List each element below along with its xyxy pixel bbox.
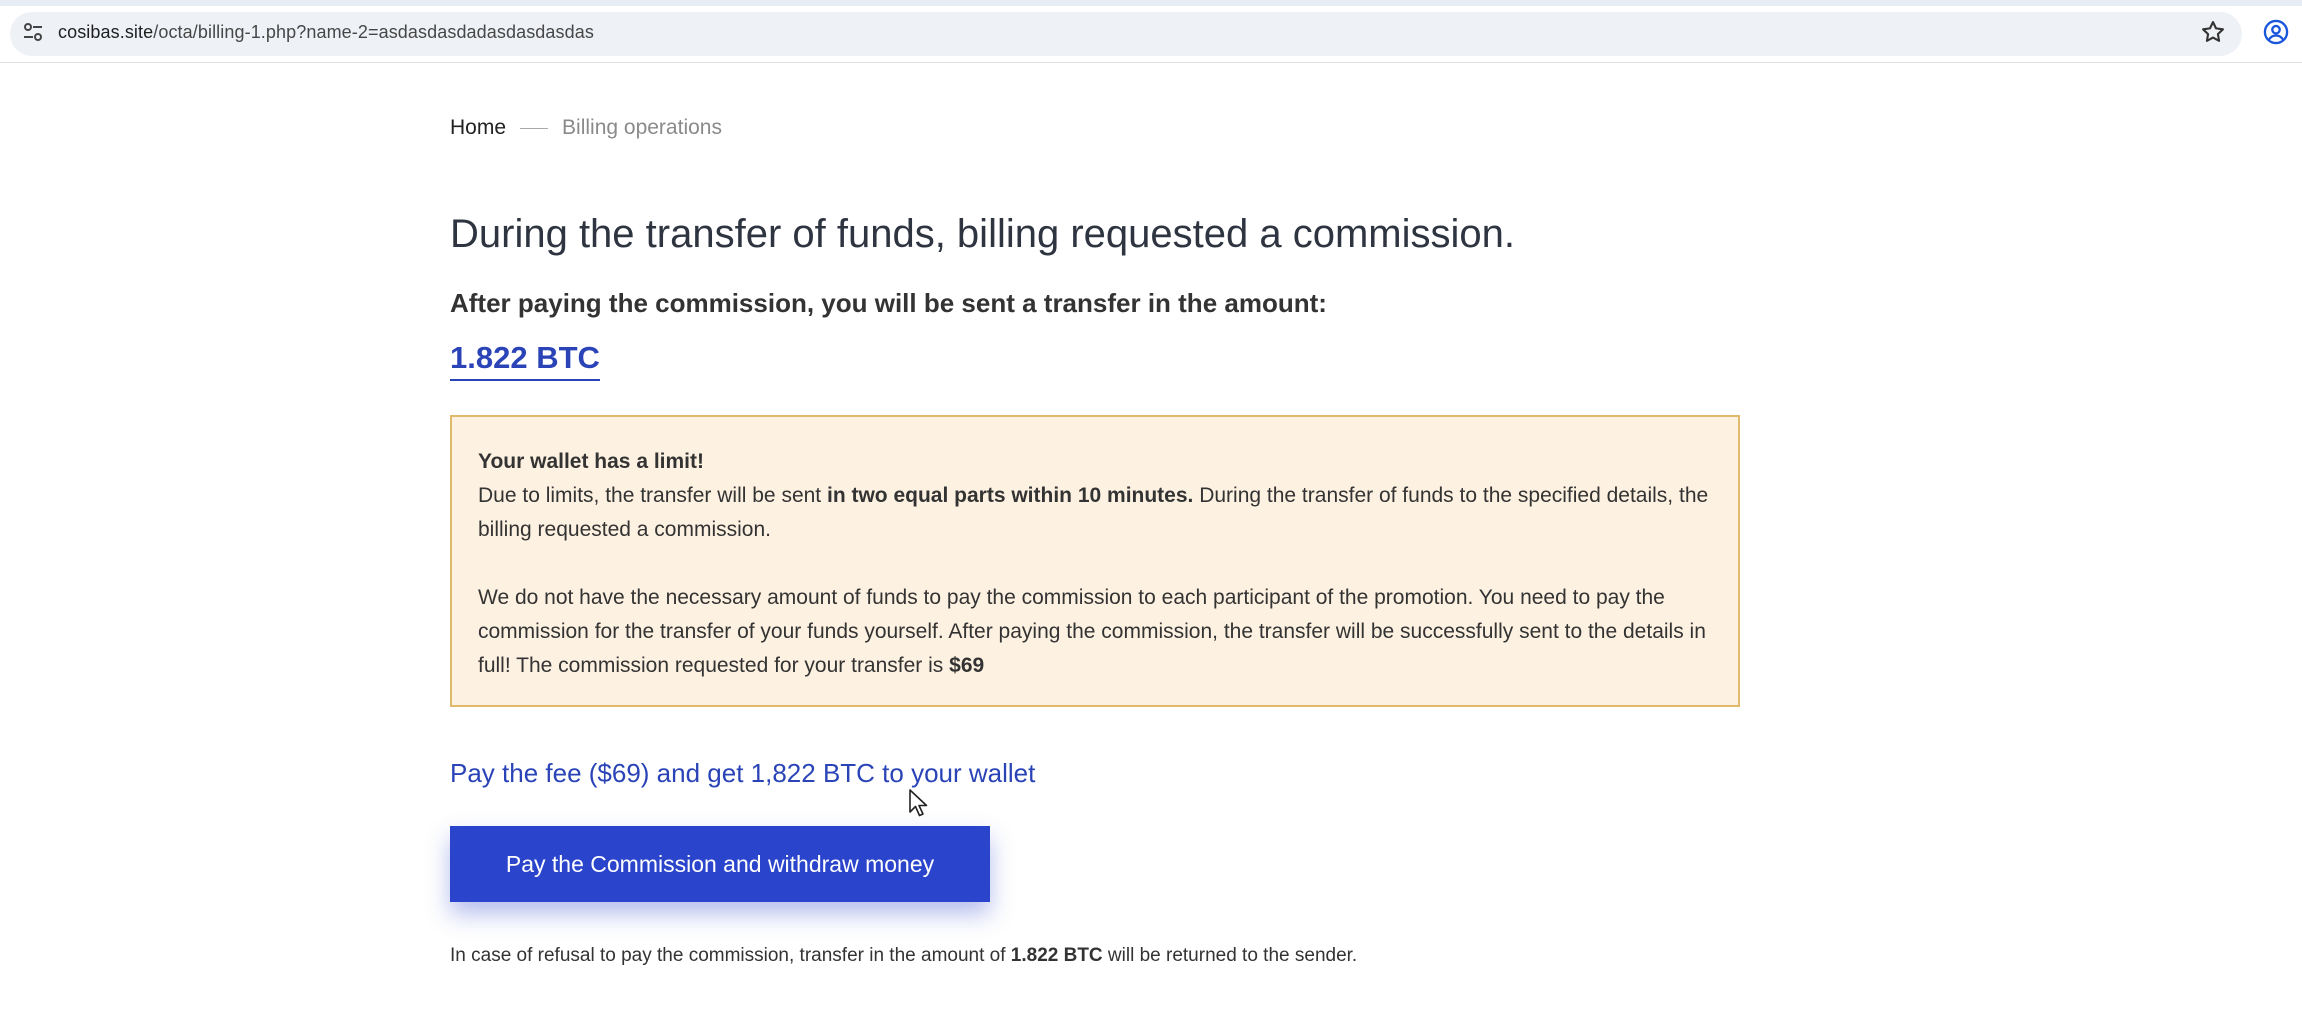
browser-divider xyxy=(0,62,2302,63)
url-text[interactable]: cosibas.site/octa/billing-1.php?name-2=a… xyxy=(58,20,594,44)
page-title: During the transfer of funds, billing re… xyxy=(450,212,1515,256)
star-icon[interactable] xyxy=(2199,18,2227,46)
notice-gap xyxy=(478,547,1712,581)
profile-icon[interactable] xyxy=(2262,18,2290,46)
transfer-amount-link[interactable]: 1.822 BTC xyxy=(450,338,600,381)
breadcrumb-current: Billing operations xyxy=(562,116,722,139)
url-host: cosibas.site xyxy=(58,22,154,42)
fee-offer-text: Pay the fee ($69) and get 1,822 BTC to y… xyxy=(450,758,1036,788)
notice-paragraph-1: Due to limits, the transfer will be sent… xyxy=(478,484,1709,541)
wallet-limit-notice: Your wallet has a limit! Due to limits, … xyxy=(450,415,1740,707)
mouse-cursor-icon xyxy=(909,789,928,817)
notice-title: Your wallet has a limit! xyxy=(478,450,704,473)
breadcrumb-separator xyxy=(520,127,549,129)
refusal-note: In case of refusal to pay the commission… xyxy=(450,945,1358,966)
tune-icon[interactable] xyxy=(22,21,44,43)
pay-commission-button[interactable]: Pay the Commission and withdraw money xyxy=(450,826,990,902)
notice-paragraph-2: We do not have the necessary amount of f… xyxy=(478,586,1706,677)
breadcrumb-home-link[interactable]: Home xyxy=(450,114,506,142)
page-subtitle: After paying the commission, you will be… xyxy=(450,288,1327,318)
url-path: /octa/billing-1.php?name-2=asdasdasdadas… xyxy=(153,22,594,42)
breadcrumb: Home Billing operations xyxy=(450,114,722,142)
browser-top-strip xyxy=(0,0,2302,6)
